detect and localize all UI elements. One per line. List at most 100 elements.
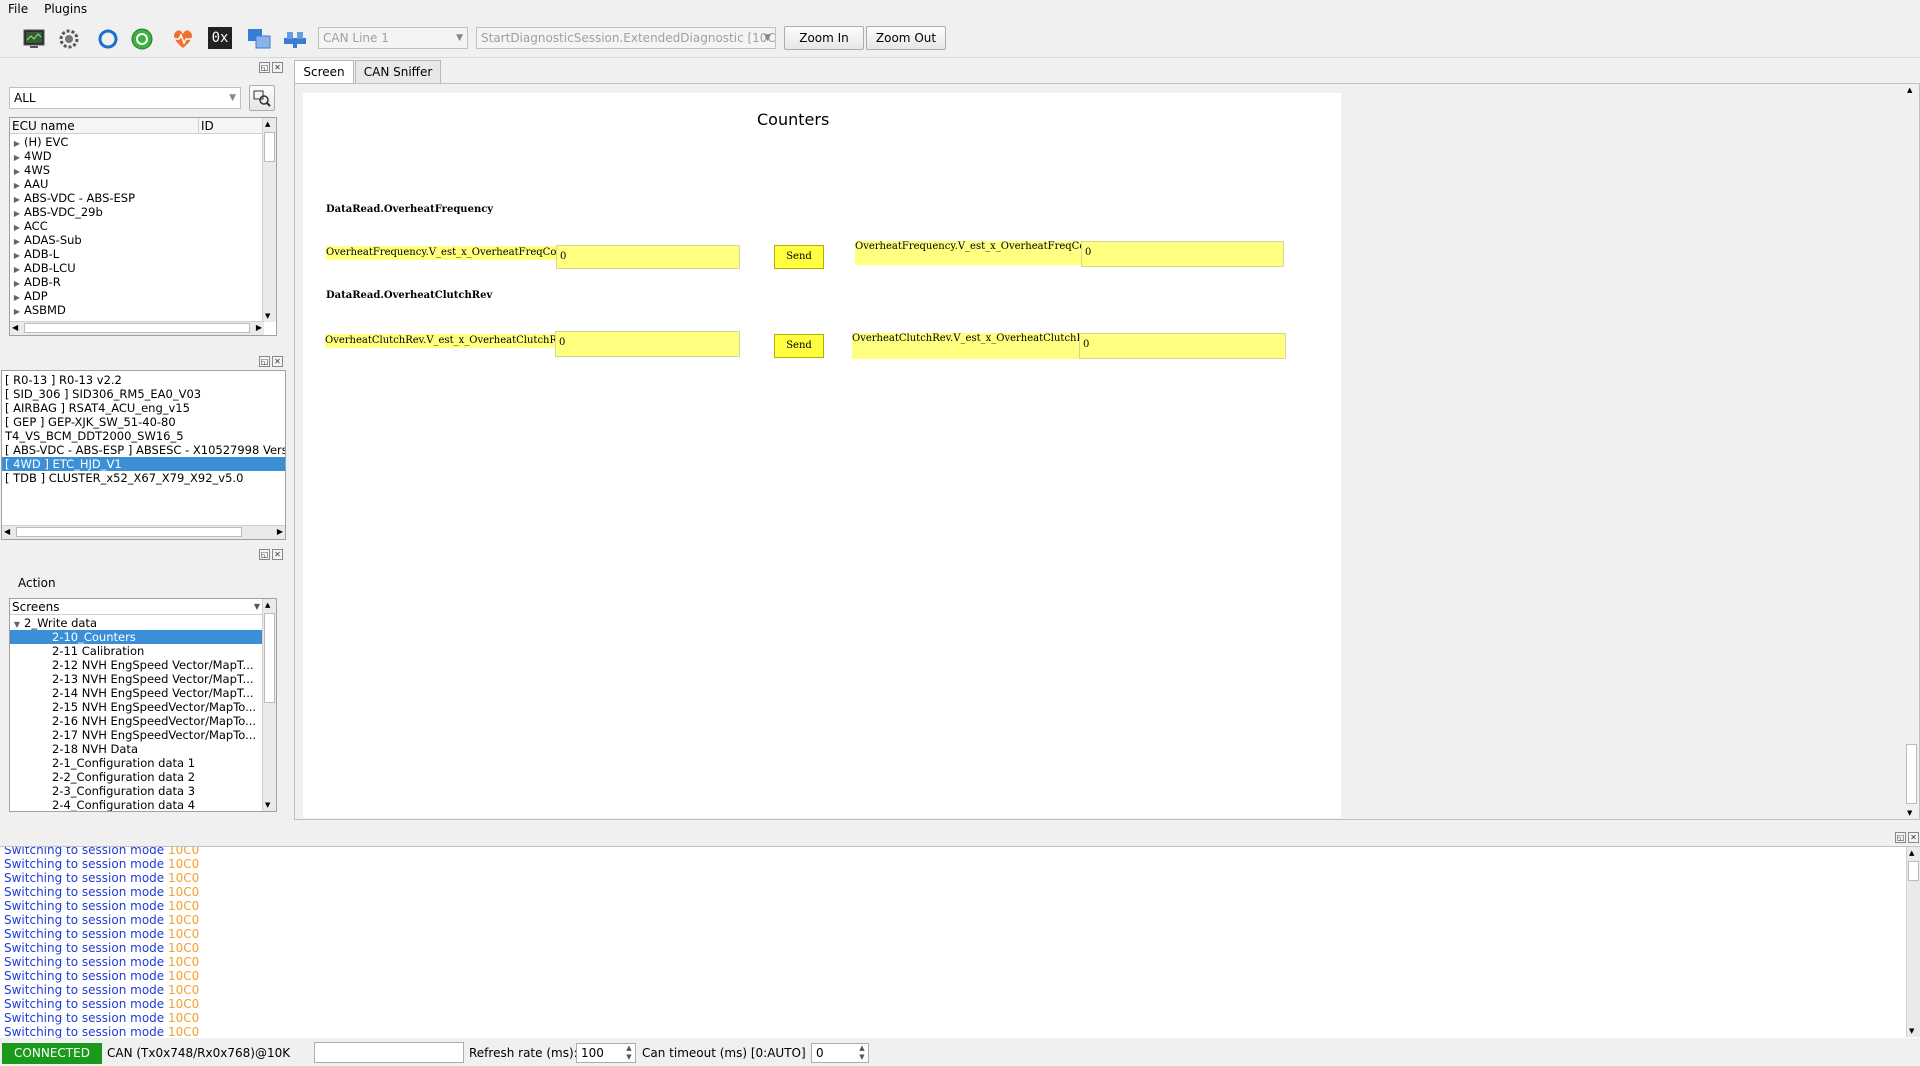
ecu-list-item[interactable]: [ AIRBAG ] RSAT4_ACU_eng_v15 xyxy=(2,401,285,415)
refresh-stepper[interactable]: 100 ▲ ▼ xyxy=(576,1043,636,1063)
close-icon[interactable]: ✕ xyxy=(1908,832,1919,843)
timeout-stepper[interactable]: 0 ▲ ▼ xyxy=(811,1043,869,1063)
screen-item[interactable]: 2-15 NVH EngSpeedVector/MapTo... xyxy=(10,700,264,714)
can-info: CAN (Tx0x748/Rx0x768)@10K xyxy=(107,1046,291,1060)
input-field[interactable]: 0 xyxy=(555,331,740,357)
ecu-tree-item[interactable]: ▶ (H) EVC xyxy=(10,135,69,149)
ecu-list-item[interactable]: T4_VS_BCM_DDT2000_SW16_5 xyxy=(2,429,285,443)
tab-can-sniffer[interactable]: CAN Sniffer xyxy=(355,60,441,84)
menu-plugins[interactable]: Plugins xyxy=(36,0,95,18)
screen-item[interactable]: 2-17 NVH EngSpeedVector/MapTo... xyxy=(10,728,264,742)
screens-group[interactable]: ▼ 2_Write data xyxy=(10,616,97,630)
screen-item[interactable]: 2-13 NVH EngSpeed Vector/MapT... xyxy=(10,672,264,686)
ecu-tree-item[interactable]: ▶ ADB-LCU xyxy=(10,261,76,275)
log-message: Switching to session mode xyxy=(4,871,165,885)
log-vscroll[interactable]: ▲ ▼ xyxy=(1906,847,1920,1037)
ecu-tree-item[interactable]: ▶ AAU xyxy=(10,177,49,191)
screen-item[interactable]: 2-2_Configuration data 2 xyxy=(10,770,264,784)
search-button[interactable] xyxy=(249,85,275,111)
ecu-tree-item[interactable]: ▶ ABS-VDC - ABS-ESP xyxy=(10,191,135,205)
zoom-in-button[interactable]: Zoom In xyxy=(784,26,864,50)
output-label: OverheatFrequency.V_est_x_OverheatFreqCo… xyxy=(855,241,1081,265)
command-input[interactable] xyxy=(314,1042,464,1063)
ecu-tree-item[interactable]: ▶ ADAS-Sub xyxy=(10,233,82,247)
tab-screen[interactable]: Screen xyxy=(294,60,354,84)
float-icon[interactable]: ◱ xyxy=(1895,832,1906,843)
scroll-thumb[interactable] xyxy=(264,613,275,703)
screen-item[interactable]: 2-12 NVH EngSpeed Vector/MapT... xyxy=(10,658,264,672)
log-message: Switching to session mode xyxy=(4,846,165,857)
scroll-thumb[interactable] xyxy=(16,527,242,537)
ecu-tree-item[interactable]: ▶ ADB-L xyxy=(10,247,59,261)
screen-vscroll[interactable]: ▲ ▼ xyxy=(1905,84,1919,819)
send-button[interactable]: Send xyxy=(774,334,824,358)
session-select[interactable]: StartDiagnosticSession.ExtendedDiagnosti… xyxy=(476,27,776,49)
float-icon[interactable]: ◱ xyxy=(259,356,270,367)
hex-icon[interactable]: 0x xyxy=(208,27,232,49)
log-message: Switching to session mode xyxy=(4,913,165,927)
settings-gear-icon[interactable] xyxy=(56,26,82,52)
screen-item[interactable]: 2-18 NVH Data xyxy=(10,742,264,756)
screen-item[interactable]: 2-1_Configuration data 1 xyxy=(10,756,264,770)
dock-buttons: ◱ ✕ xyxy=(1895,832,1919,843)
input-field[interactable]: 0 xyxy=(556,245,740,269)
log-line: Switching to session mode 10C0 xyxy=(4,997,199,1011)
log-panel: Switching to session mode 10C0 Switching … xyxy=(0,846,1920,1038)
ecu-list-item[interactable]: [ ABS-VDC - ABS-ESP ] ABSESC - X10527998… xyxy=(2,443,285,457)
ecu-tree-item[interactable]: ▶ 4WS xyxy=(10,163,50,177)
send-button[interactable]: Send xyxy=(774,245,824,269)
ecu-list-item[interactable]: [ SID_306 ] SID306_RM5_EA0_V03 xyxy=(2,387,285,401)
ecu-tree-vscroll[interactable]: ▲ ▼ xyxy=(262,118,276,322)
ecu-tree-item[interactable]: ▶ ADP xyxy=(10,289,48,303)
ecu-list-item[interactable]: [ 4WD ] ETC_HJD_V1 xyxy=(2,457,285,471)
ecu-tree-item[interactable]: ▶ ACC xyxy=(10,219,48,233)
col-id[interactable]: ID xyxy=(198,118,214,134)
ecu-tree-item[interactable]: ▶ ASBMD xyxy=(10,303,66,317)
chevron-down-icon: ▼ xyxy=(265,312,271,320)
screens-vscroll[interactable]: ▲ ▼ xyxy=(262,599,276,811)
close-icon[interactable]: ✕ xyxy=(272,356,283,367)
close-icon[interactable]: ✕ xyxy=(272,549,283,560)
float-icon[interactable]: ◱ xyxy=(259,62,270,73)
ecu-tree-hscroll[interactable]: ◀ ▶ xyxy=(10,321,264,335)
ecu-list-hscroll[interactable]: ◀ ▶ xyxy=(2,525,285,539)
ecu-list-item[interactable]: [ R0-13 ] R0-13 v2.2 xyxy=(2,373,285,387)
scroll-thumb[interactable] xyxy=(1908,861,1919,881)
network-icon[interactable] xyxy=(282,26,308,52)
ecu-tree-item[interactable]: ▶ 4WD xyxy=(10,149,52,163)
screen-item[interactable]: 2-16 NVH EngSpeedVector/MapTo... xyxy=(10,714,264,728)
menu-file[interactable]: File xyxy=(0,0,36,18)
col-ecu-name[interactable]: ECU name xyxy=(12,118,75,134)
connect-icon[interactable] xyxy=(129,26,155,52)
screen-item[interactable]: 2-3_Configuration data 3 xyxy=(10,784,264,798)
ecu-list-item[interactable]: [ TDB ] CLUSTER_x52_X67_X79_X92_v5.0 xyxy=(2,471,285,485)
ecu-tree-item[interactable]: ▶ ABS-VDC_29b xyxy=(10,205,103,219)
monitor-icon[interactable] xyxy=(21,26,47,52)
zoom-out-button[interactable]: Zoom Out xyxy=(866,26,946,50)
ecu-list-item[interactable]: [ GEP ] GEP-XJK_SW_51-40-80 xyxy=(2,415,285,429)
screen-item[interactable]: 2-10_Counters xyxy=(10,630,264,644)
heartbeat-icon[interactable] xyxy=(170,26,196,52)
toolbar: 0x CAN Line 1 ▼ StartDiagnosticSession.E… xyxy=(0,18,1920,58)
screen-item[interactable]: 2-11 Calibration xyxy=(10,644,264,658)
scroll-thumb[interactable] xyxy=(264,132,275,162)
ecu-filter-select[interactable]: ALL ▼ xyxy=(9,87,241,109)
screens-header[interactable]: Screens ▼ xyxy=(10,599,264,615)
ecu-tree-item[interactable]: ▶ ADB-R xyxy=(10,275,61,289)
close-icon[interactable]: ✕ xyxy=(272,62,283,73)
refresh-icon[interactable] xyxy=(95,26,121,52)
screen-item[interactable]: 2-14 NVH EngSpeed Vector/MapT... xyxy=(10,686,264,700)
ecu-tree: ECU name ID ▶ (H) EVC ▶ 4WD ▶ 4WS ▶ AAU ▶ ABS-VDC… xyxy=(9,117,277,336)
ecu-tree-header: ECU name ID xyxy=(10,118,264,134)
can-line-select[interactable]: CAN Line 1 ▼ xyxy=(318,27,468,49)
stepper-arrows-icon[interactable]: ▲ ▼ xyxy=(624,1044,634,1062)
stepper-arrows-icon[interactable]: ▲ ▼ xyxy=(857,1044,867,1062)
log-line: Switching to session mode 10C0 xyxy=(4,846,199,857)
scroll-thumb[interactable] xyxy=(1906,744,1917,804)
ecu-name: ACC xyxy=(24,219,48,233)
translate-icon[interactable] xyxy=(246,26,272,52)
float-icon[interactable]: ◱ xyxy=(259,549,270,560)
screen-item[interactable]: 2-4_Configuration data 4 xyxy=(10,798,264,811)
ecu-name: ADB-LCU xyxy=(24,261,76,275)
scroll-thumb[interactable] xyxy=(24,323,250,333)
